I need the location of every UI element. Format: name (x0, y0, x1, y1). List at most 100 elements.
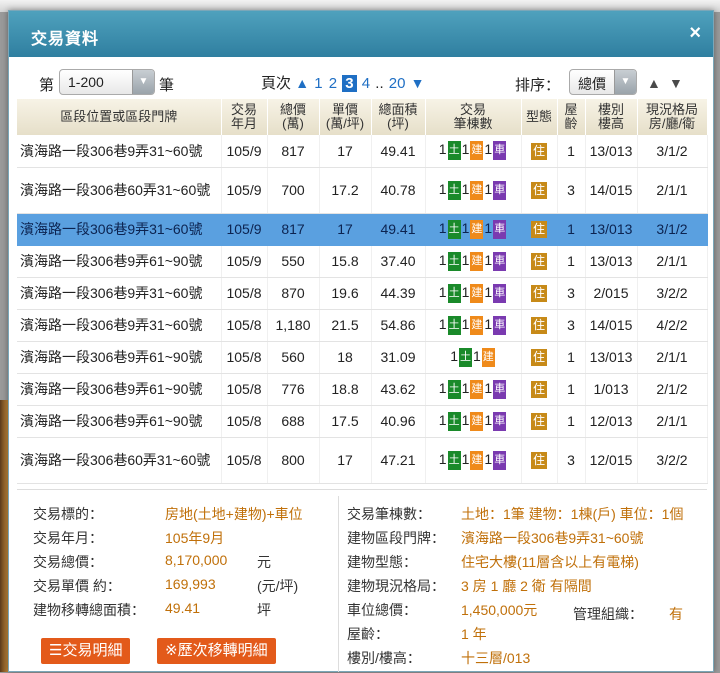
cell-count: 1土1建1車 (425, 213, 522, 246)
building-count: 1 (461, 251, 470, 268)
detail-key: 交易年月： (33, 530, 103, 546)
table-row[interactable]: 濱海路一段306巷9弄31~60號 105/9 817 17 49.41 1 土 1 建 1 車住 1… (17, 213, 708, 246)
building-count: 1 (461, 411, 470, 428)
cell-date: 105/8 (221, 437, 268, 484)
table-row[interactable]: 濱海路一段306巷9弄31~60號 105/8 1,180 21.5 54.86 1 土 1 建… (17, 309, 708, 342)
land-badge: 土 (447, 180, 461, 200)
sort-ascending-icon[interactable]: ▲ (647, 75, 661, 91)
detail-row: 交易總價： 8,170,000 元 (33, 552, 271, 572)
detail-row: 建物現況格局： 3 房 1 廳 2 衛 有隔間 (347, 576, 592, 596)
table-row[interactable]: 濱海路一段306巷9弄61~90號 105/8 560 18 31.09 1 土 1 建住 1 13… (17, 341, 708, 374)
detail-value: 49.41 (165, 600, 201, 616)
cell-count: 1土1建1車 (425, 373, 522, 406)
sort-select-value: 總價 (578, 76, 606, 92)
land-badge: 土 (447, 411, 461, 431)
col-header-total-price[interactable]: 總價 (萬) (267, 99, 320, 135)
dialog-title: 交易資料 (31, 31, 100, 48)
detail-unit: 坪 (257, 602, 271, 618)
cell-total-price: 817 (267, 135, 320, 168)
col-header-address[interactable]: 區段位置或區段門牌 (17, 99, 222, 135)
parking-badge: 車 (493, 283, 507, 303)
detail-row: 建物移轉總面積： 49.41 坪 (33, 600, 271, 620)
next-page-icon[interactable]: ▼ (411, 75, 425, 91)
type-badge: 住 (530, 381, 547, 398)
detail-key: 建物移轉總面積： (33, 602, 145, 618)
parking-count: 1 (484, 411, 493, 428)
land-badge: 土 (447, 251, 461, 271)
col-header-floor[interactable]: 樓別 樓高 (585, 99, 638, 135)
cell-address: 濱海路一段306巷60弄31~60號 (17, 167, 222, 214)
prev-page-icon[interactable]: ▲ (295, 75, 309, 91)
type-badge: 住 (530, 221, 547, 238)
detail-key: 建物型態： (347, 554, 417, 570)
page-current: 3 (342, 75, 357, 92)
cell-date: 105/9 (221, 167, 268, 214)
type-badge: 住 (530, 182, 547, 199)
cell-layout: 2/1/1 (637, 405, 708, 438)
cell-count: 1土1建 (425, 341, 522, 374)
building-badge: 建 (470, 141, 484, 161)
sort-descending-icon[interactable]: ▼ (669, 75, 683, 91)
building-badge: 建 (470, 450, 484, 470)
table-row[interactable]: 濱海路一段306巷60弄31~60號 105/8 800 17 47.21 1 土 1 建 1 車住… (17, 437, 708, 484)
page-link-last[interactable]: 20 (389, 75, 406, 92)
transaction-detail-button[interactable]: ☰交易明細 (41, 638, 131, 664)
col-header-type[interactable]: 型態 (521, 99, 558, 135)
parking-count: 1 (484, 219, 493, 236)
parking-badge: 車 (493, 379, 507, 399)
land-count: 1 (438, 141, 447, 158)
cell-type: 住 (521, 167, 558, 214)
close-icon[interactable]: × (689, 22, 701, 45)
detail-row: 建物區段門牌： 濱海路一段306巷9弄31~60號 (347, 528, 643, 548)
cell-date: 105/8 (221, 277, 268, 310)
land-count: 1 (438, 180, 447, 197)
cell-area: 49.41 (371, 213, 426, 246)
transfer-history-button[interactable]: ※歷次移轉明細 (157, 638, 276, 664)
cell-age: 3 (557, 277, 586, 310)
table-row[interactable]: 濱海路一段306巷9弄61~90號 105/8 688 17.5 40.96 1 土 1 建 1 車… (17, 405, 708, 438)
detail-row: 樓別/樓高： 十三層/013 (347, 648, 530, 668)
management-value: 有 (669, 606, 683, 622)
land-count: 1 (438, 411, 447, 428)
col-header-unit-price[interactable]: 單價 (萬/坪) (319, 99, 372, 135)
cell-layout: 3/2/2 (637, 277, 708, 310)
table-row[interactable]: 濱海路一段306巷9弄61~90號 105/8 776 18.8 43.62 1 土 1 建 1 車… (17, 373, 708, 406)
cell-count: 1土1建1車 (425, 245, 522, 278)
cell-floor: 12/015 (585, 437, 638, 484)
col-header-age[interactable]: 屋 齡 (557, 99, 586, 135)
parking-count: 1 (484, 180, 493, 197)
range-select[interactable]: 1-200 ▼ (59, 69, 155, 95)
cell-address: 濱海路一段306巷9弄61~90號 (17, 405, 222, 438)
cell-total-price: 800 (267, 437, 320, 484)
col-header-layout[interactable]: 現況格局 房/廳/衛 (637, 99, 708, 135)
land-count: 1 (438, 251, 447, 268)
col-header-area[interactable]: 總面積 (坪) (371, 99, 426, 135)
building-count: 1 (461, 315, 470, 332)
detail-row: 交易標的： 房地(土地+建物)+車位 (33, 504, 303, 524)
building-count: 1 (461, 283, 470, 300)
table-body: 濱海路一段306巷9弄31~60號 105/9 817 17 49.41 1 土 1 建 1 車住 1… (17, 135, 708, 484)
cell-type: 住 (521, 213, 558, 246)
col-header-date[interactable]: 交易 年月 (221, 99, 268, 135)
land-badge: 土 (447, 219, 461, 239)
page-link-4[interactable]: 4 (362, 75, 370, 92)
cell-count: 1土1建1車 (425, 167, 522, 214)
cell-total-price: 1,180 (267, 309, 320, 342)
table-row[interactable]: 濱海路一段306巷9弄61~90號 105/9 550 15.8 37.40 1 土 1 建 1 車… (17, 245, 708, 278)
land-count: 1 (438, 283, 447, 300)
cell-total-price: 776 (267, 373, 320, 406)
sort-label: 排序： (515, 77, 561, 94)
building-count: 1 (461, 379, 470, 396)
cell-address: 濱海路一段306巷9弄31~60號 (17, 277, 222, 310)
col-header-count[interactable]: 交易 筆棟數 (425, 99, 522, 135)
detail-key: 建物現況格局： (347, 578, 445, 594)
page-link-1[interactable]: 1 (314, 75, 322, 92)
controls-bar: 第 1-200 ▼ 筆 頁次 ▲ 1 2 3 4 .. 20 ▼ 排序： 總價 … (9, 57, 713, 99)
page-link-2[interactable]: 2 (329, 75, 337, 92)
cell-age: 1 (557, 135, 586, 168)
sort-select[interactable]: 總價 ▼ (569, 69, 637, 95)
cell-area: 49.41 (371, 135, 426, 168)
table-row[interactable]: 濱海路一段306巷9弄31~60號 105/8 870 19.6 44.39 1 土 1 建 1 車… (17, 277, 708, 310)
table-row[interactable]: 濱海路一段306巷9弄31~60號 105/9 817 17 49.41 1 土 1 建 1 車住 1… (17, 135, 708, 168)
table-row[interactable]: 濱海路一段306巷60弄31~60號 105/9 700 17.2 40.78 1 土 1 建 1… (17, 167, 708, 214)
